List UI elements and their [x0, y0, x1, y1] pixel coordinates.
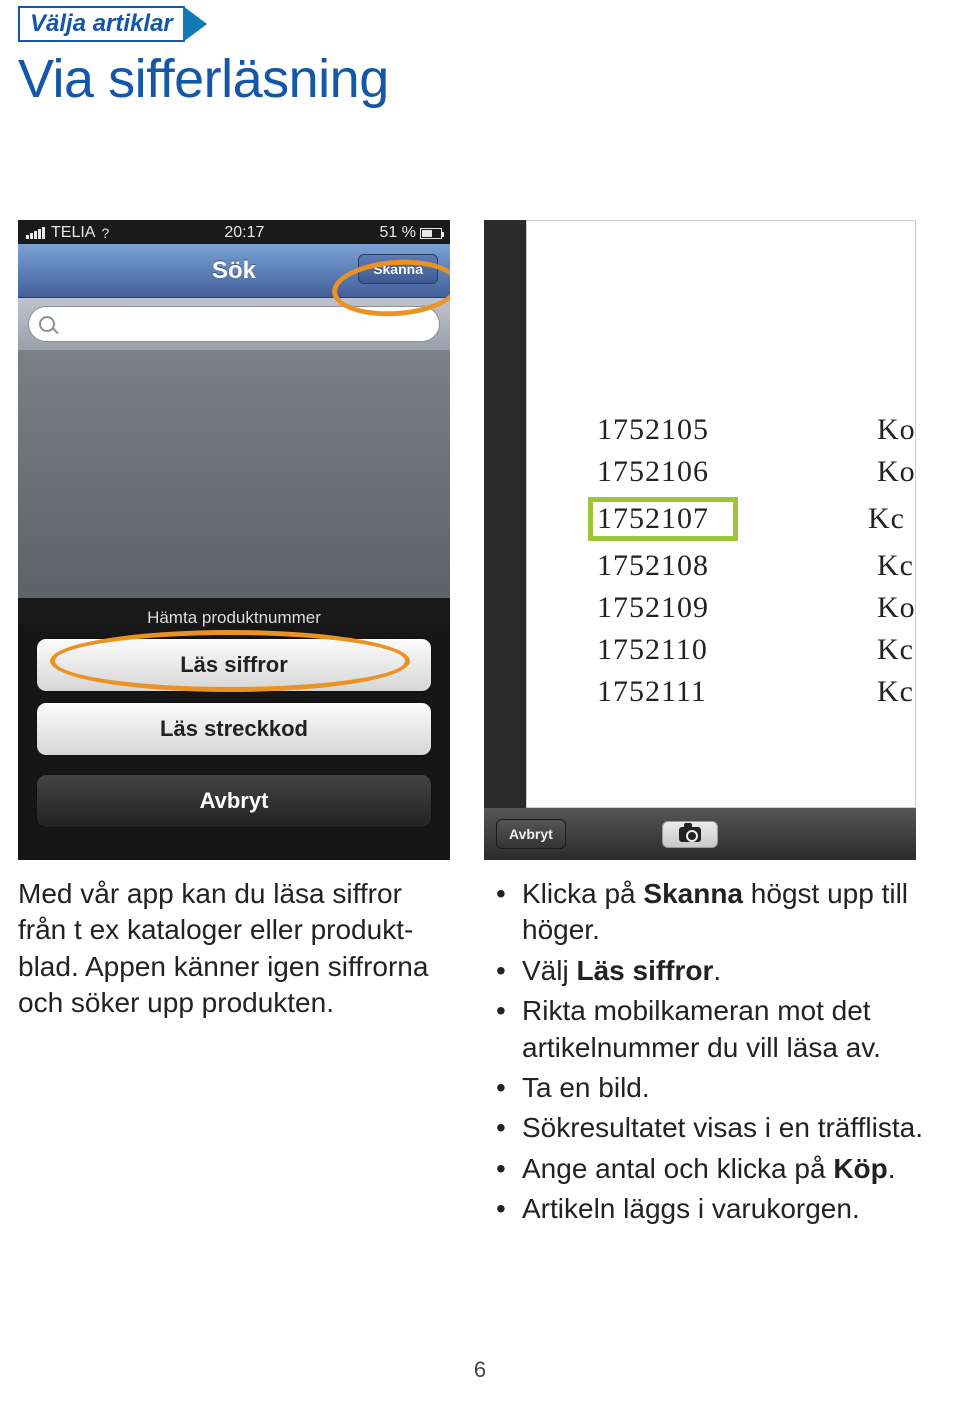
- item-ko: Kc: [877, 675, 914, 709]
- section-tag-label: Välja artiklar: [30, 10, 173, 37]
- section-tag: Välja artiklar: [18, 6, 185, 42]
- search-bar: [18, 298, 450, 351]
- item-number: 1752108: [597, 549, 747, 583]
- item-ko: Ko: [877, 413, 916, 447]
- cancel-button[interactable]: Avbryt: [36, 774, 432, 828]
- phone-body-background: [18, 351, 450, 625]
- status-bar: TELIA ? 20:17 51 %: [18, 220, 450, 244]
- list-item: Rikta mobilkameran mot det artikelnummer…: [488, 993, 928, 1066]
- wifi-icon: ?: [101, 225, 109, 241]
- action-sheet: Hämta produktnummer Läs siffror Läs stre…: [18, 598, 450, 860]
- instruction-list: Klicka på Skanna högst upp till höger. V…: [488, 876, 928, 1232]
- item-ko: Ko: [877, 591, 916, 625]
- page-heading: Via sifferläsning: [18, 48, 389, 110]
- item-number: 1752110: [597, 633, 747, 667]
- search-icon: [39, 316, 55, 332]
- number-rows: 1752105 Ko 1752106 Ko 1752107 Kc 1752108…: [597, 413, 916, 709]
- table-row: 1752108 Kc: [597, 549, 916, 583]
- camera-bottom-bar: Avbryt: [484, 808, 916, 860]
- item-number: 1752105: [597, 413, 747, 447]
- scan-button[interactable]: Skanna: [358, 254, 438, 284]
- list-item: Artikeln läggs i varukorgen.: [488, 1191, 928, 1227]
- table-row: 1752110 Kc: [597, 633, 916, 667]
- take-photo-button[interactable]: [662, 821, 718, 848]
- action-sheet-title: Hämta produktnummer: [36, 608, 432, 628]
- phone-screenshot-camera: 1752105 Ko 1752106 Ko 1752107 Kc 1752108…: [484, 220, 916, 860]
- phone-screenshot-search: TELIA ? 20:17 51 % Sök Skanna Hämta prod…: [18, 220, 450, 860]
- signal-icon: [26, 227, 45, 239]
- carrier-label: TELIA: [51, 224, 95, 242]
- item-number: 1752106: [597, 455, 747, 489]
- screenshots-row: TELIA ? 20:17 51 % Sök Skanna Hämta prod…: [18, 220, 916, 860]
- read-digits-button[interactable]: Läs siffror: [36, 638, 432, 692]
- read-barcode-button[interactable]: Läs streckkod: [36, 702, 432, 756]
- list-item: Sökresultatet visas i en träfflista.: [488, 1110, 928, 1146]
- list-item: Klicka på Skanna högst upp till höger.: [488, 876, 928, 949]
- status-time: 20:17: [224, 224, 264, 242]
- navbar-title: Sök: [212, 257, 256, 285]
- item-number-selected: 1752107: [588, 497, 738, 541]
- table-row: 1752105 Ko: [597, 413, 916, 447]
- table-row: 1752106 Ko: [597, 455, 916, 489]
- camera-icon: [679, 827, 701, 842]
- list-item: Ta en bild.: [488, 1070, 928, 1106]
- cancel-button-small[interactable]: Avbryt: [496, 819, 566, 849]
- item-number: 1752109: [597, 591, 747, 625]
- battery-icon: [420, 228, 442, 239]
- item-ko: Ko: [877, 455, 916, 489]
- table-row: 1752109 Ko: [597, 591, 916, 625]
- list-item: Välj Läs siffror.: [488, 953, 928, 989]
- intro-line-1: Med vår app kan du läsa siffror från t e…: [18, 878, 404, 945]
- item-number: 1752111: [597, 675, 747, 709]
- table-row-highlighted: 1752107 Kc: [597, 497, 916, 541]
- page-number: 6: [0, 1357, 960, 1383]
- navigation-bar: Sök Skanna: [18, 244, 450, 298]
- table-row: 1752111 Kc: [597, 675, 916, 709]
- item-ko: Kc: [868, 502, 905, 536]
- chevron-right-icon: [183, 6, 207, 42]
- battery-percent: 51 %: [380, 224, 416, 242]
- item-ko: Kc: [877, 633, 914, 667]
- intro-line-2: blad. Appen känner igen siffrorna och sö…: [18, 951, 428, 1018]
- list-item: Ange antal och klicka på Köp.: [488, 1151, 928, 1187]
- item-ko: Kc: [877, 549, 914, 583]
- search-input[interactable]: [28, 306, 440, 342]
- paper-capture: 1752105 Ko 1752106 Ko 1752107 Kc 1752108…: [526, 220, 916, 808]
- intro-paragraph: Med vår app kan du läsa siffror från t e…: [18, 876, 450, 1022]
